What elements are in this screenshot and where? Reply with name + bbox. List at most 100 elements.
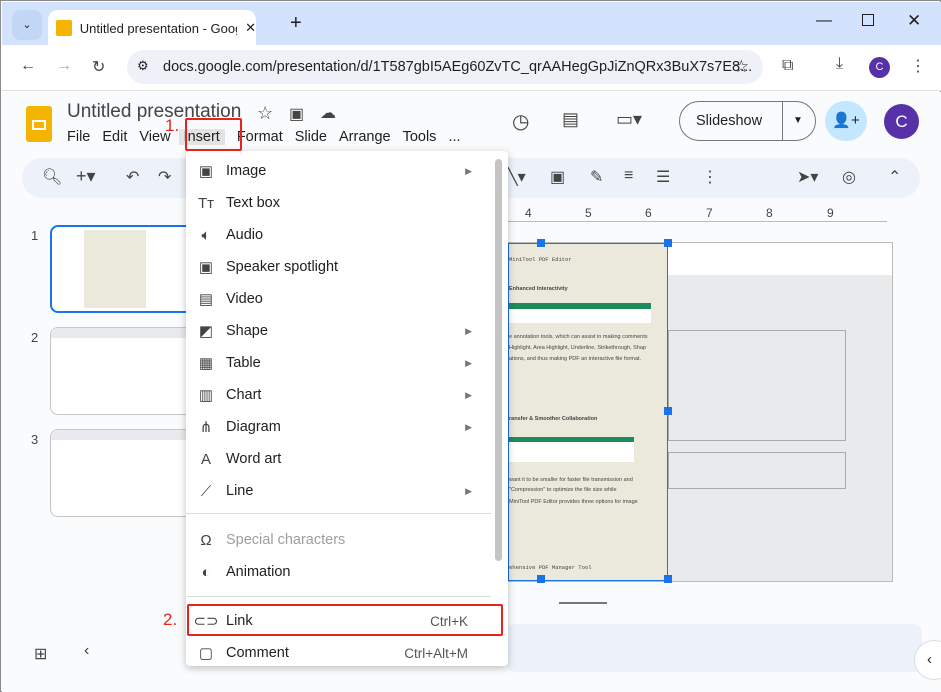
grid-view-icon[interactable]: ⊞ bbox=[34, 644, 47, 664]
menu-arrange[interactable]: Arrange bbox=[339, 129, 391, 145]
share-button[interactable]: 👤+ bbox=[825, 101, 867, 141]
new-slide-icon[interactable]: +▾ bbox=[76, 166, 96, 187]
shape-icon: ◩ bbox=[198, 323, 214, 340]
version-history-icon[interactable]: ◷ bbox=[512, 109, 529, 134]
menu-item-diagram[interactable]: ⋔ Diagram ▶ bbox=[186, 411, 494, 443]
border-weight-icon[interactable]: ≡ bbox=[624, 167, 633, 185]
submenu-arrow-icon: ▶ bbox=[465, 165, 472, 176]
submenu-arrow-icon: ▶ bbox=[465, 357, 472, 368]
motion-icon[interactable]: ◎ bbox=[842, 167, 856, 187]
tab-search-button[interactable]: ⌄ bbox=[12, 10, 42, 40]
reload-icon[interactable]: ↻ bbox=[92, 57, 105, 77]
border-dash-icon[interactable]: ☰ bbox=[656, 167, 670, 187]
cloud-saved-icon[interactable]: ☁ bbox=[320, 103, 336, 123]
title-placeholder[interactable] bbox=[668, 330, 846, 441]
menu-format[interactable]: Format bbox=[237, 129, 283, 145]
text-box-icon: Tт bbox=[197, 194, 215, 212]
speaker-notes[interactable] bbox=[507, 624, 922, 672]
word-art-icon: A bbox=[200, 450, 211, 468]
subtitle-placeholder[interactable] bbox=[668, 452, 846, 489]
select-cursor-icon[interactable]: ➤▾ bbox=[797, 167, 818, 187]
collapse-filmstrip-icon[interactable]: ‹ bbox=[84, 642, 89, 660]
pen-icon[interactable]: ✎ bbox=[590, 167, 603, 187]
site-info-icon[interactable]: ⚙ bbox=[137, 58, 149, 74]
move-folder-icon[interactable]: ▣ bbox=[289, 104, 304, 124]
browser-tab[interactable]: Untitled presentation - Google Slides ✕ bbox=[48, 10, 256, 46]
forward-icon[interactable]: → bbox=[56, 57, 72, 75]
slideshow-dropdown-icon[interactable]: ▼ bbox=[782, 102, 803, 140]
menu-item-speaker-spotlight[interactable]: ▣ Speaker spotlight bbox=[186, 251, 494, 283]
resize-handle[interactable] bbox=[537, 239, 545, 247]
star-icon[interactable]: ☆ bbox=[257, 103, 273, 124]
menu-scrollbar[interactable] bbox=[495, 159, 502, 561]
inserted-image[interactable]: MiniTool PDF Editor Enhanced Interactivi… bbox=[508, 243, 668, 581]
extensions-icon[interactable]: ⧉ bbox=[782, 57, 793, 75]
download-icon[interactable]: ⤓ bbox=[836, 55, 843, 73]
menu-item-shape[interactable]: ◩ Shape ▶ bbox=[186, 315, 494, 347]
menu-item-table[interactable]: ▦ Table ▶ bbox=[186, 347, 494, 379]
menu-item-chart[interactable]: ▥ Chart ▶ bbox=[186, 379, 494, 411]
menu-item-line[interactable]: ⟋ Line ▶ bbox=[186, 475, 494, 507]
resize-handle[interactable] bbox=[664, 239, 672, 247]
new-tab-icon[interactable]: + bbox=[290, 12, 302, 35]
undo-icon[interactable]: ↶ bbox=[126, 167, 139, 187]
url-bar[interactable]: ⚙ docs.google.com/presentation/d/1T587gb… bbox=[127, 50, 763, 84]
menu-edit[interactable]: Edit bbox=[102, 129, 127, 145]
meet-icon[interactable]: ▭▾ bbox=[616, 109, 642, 130]
profile-avatar[interactable]: C bbox=[869, 57, 890, 78]
menu-item-audio[interactable]: 🔈︎ Audio bbox=[186, 219, 494, 251]
submenu-arrow-icon: ▶ bbox=[465, 485, 472, 496]
search-menus-icon[interactable]: 🔍︎ bbox=[42, 167, 62, 187]
more-tools-icon[interactable]: ⋮ bbox=[702, 167, 718, 187]
menu-item-text-box[interactable]: Tт Text box bbox=[186, 187, 494, 219]
comment-icon: ▢ bbox=[198, 645, 214, 662]
chart-icon: ▥ bbox=[198, 387, 214, 404]
menu-item-word-art[interactable]: A Word art bbox=[186, 443, 494, 475]
browser-menu-icon[interactable]: ⋮ bbox=[910, 56, 926, 76]
line-icon: ⟋ bbox=[200, 482, 212, 500]
menu-slide[interactable]: Slide bbox=[295, 129, 327, 145]
menu-divider bbox=[186, 513, 491, 514]
menu-item-video[interactable]: ▤ Video bbox=[186, 283, 494, 315]
back-icon[interactable]: ← bbox=[20, 57, 36, 75]
close-tab-icon[interactable]: ✕ bbox=[245, 20, 256, 36]
browser-window: ⌄ Untitled presentation - Google Slides … bbox=[0, 0, 941, 692]
menu-item-image[interactable]: ▣ Image ▶ bbox=[186, 155, 494, 187]
slideshow-button[interactable]: Slideshow ▼ bbox=[679, 101, 816, 141]
maximize-icon[interactable] bbox=[862, 14, 874, 26]
resize-handle[interactable] bbox=[664, 575, 672, 583]
resize-handle[interactable] bbox=[664, 407, 672, 415]
menu-tools[interactable]: Tools bbox=[403, 129, 437, 145]
speaker-spotlight-icon: ▣ bbox=[198, 259, 214, 276]
comments-icon[interactable]: ▤ bbox=[562, 109, 579, 130]
redo-icon[interactable]: ↷ bbox=[158, 167, 171, 187]
menu-file[interactable]: File bbox=[67, 129, 90, 145]
tab-bar: ⌄ Untitled presentation - Google Slides … bbox=[2, 2, 941, 46]
audio-icon: 🔈︎ bbox=[201, 226, 211, 244]
horizontal-ruler: 4 5 6 7 8 9 bbox=[507, 206, 887, 222]
slides-logo-icon bbox=[26, 106, 52, 142]
collapse-toolbar-icon[interactable]: ⌃ bbox=[888, 167, 901, 187]
notes-resize-handle[interactable] bbox=[559, 602, 607, 604]
minimize-icon[interactable]: — bbox=[816, 12, 832, 30]
submenu-arrow-icon: ▶ bbox=[465, 421, 472, 432]
annotation-step-1: 1. bbox=[165, 116, 180, 135]
table-icon: ▦ bbox=[198, 355, 214, 372]
close-window-icon[interactable]: ✕ bbox=[907, 11, 921, 31]
menu-item-comment[interactable]: ▢ Comment Ctrl+Alt+M bbox=[186, 637, 494, 669]
submenu-arrow-icon: ▶ bbox=[465, 389, 472, 400]
line-tool-icon[interactable]: ╲▾ bbox=[508, 167, 526, 187]
insert-menu: ▣ Image ▶ Tт Text box 🔈︎ Audio ▣ Speaker spotlig… bbox=[186, 151, 508, 666]
side-panel-toggle-icon[interactable]: ‹ bbox=[914, 640, 941, 680]
slides-favicon-icon bbox=[56, 20, 72, 36]
account-avatar[interactable]: C bbox=[884, 104, 919, 139]
bookmark-star-icon[interactable]: ☆ bbox=[734, 57, 749, 77]
menu-more[interactable]: ... bbox=[448, 129, 460, 145]
address-row: ← → ↻ ⚙ docs.google.com/presentation/d/1… bbox=[2, 45, 941, 91]
annotation-box-insert bbox=[185, 118, 242, 151]
menu-item-animation[interactable]: ◐ Animation bbox=[186, 556, 494, 588]
replace-image-icon[interactable]: ▣ bbox=[550, 167, 565, 187]
resize-handle[interactable] bbox=[537, 575, 545, 583]
slide-canvas[interactable]: MiniTool PDF Editor Enhanced Interactivi… bbox=[507, 239, 893, 583]
diagram-icon: ⋔ bbox=[199, 419, 213, 436]
